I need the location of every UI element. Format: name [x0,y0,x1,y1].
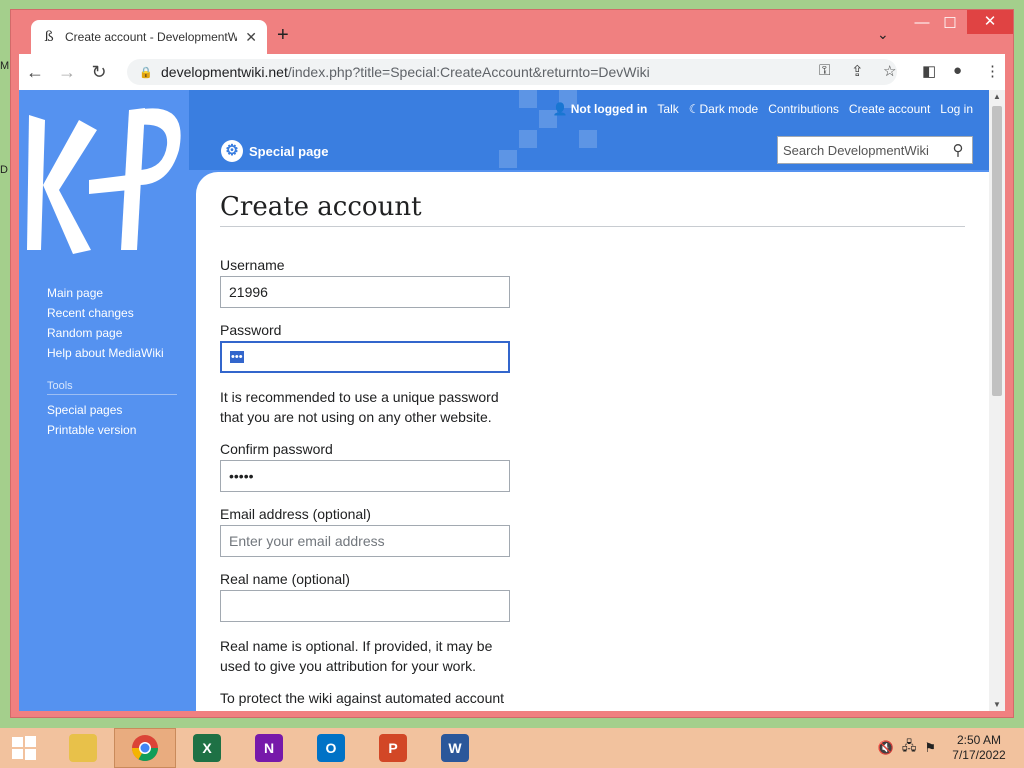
taskbar: X N O P W 🔇 🖧 ⚑ 2:50 AM 7/17/2022 [0,728,1024,768]
forward-icon[interactable]: → [51,62,83,83]
realname-field[interactable] [220,590,510,622]
username-field[interactable]: 21996 [220,276,510,308]
namespace-tab[interactable]: ⚙ Special page [221,140,328,162]
url-path: /index.php?title=Special:CreateAccount&r… [287,64,650,80]
not-logged-in-status: 👤 Not logged in [552,102,648,116]
scrollbar[interactable]: ▲ ▼ [989,90,1005,711]
back-icon[interactable]: ← [19,62,51,83]
password-help-text: It is recommended to use a unique passwo… [220,389,499,425]
realname-help-text: Real name is optional. If provided, it m… [220,638,493,674]
action-center-icon[interactable]: ⚑ [924,740,936,756]
clock-date: 7/17/2022 [952,748,1006,762]
dark-mode-link[interactable]: ☾Dark mode [689,102,758,116]
profile-icon[interactable]: ● [953,62,962,79]
gear-icon: ⚙ [221,140,243,162]
search-icon[interactable]: ⚲ [944,141,972,159]
password-value: ••• [230,351,244,363]
word-icon[interactable]: W [424,728,486,768]
confirm-password-field[interactable]: ••••• [220,460,510,492]
captcha-intro-text: To protect the wiki against automated ac… [220,690,505,706]
desktop-icon-label[interactable]: D [0,164,8,176]
clock[interactable]: 2:50 AM 7/17/2022 [944,733,1014,763]
realname-label: Real name (optional) [220,571,350,587]
sidebar-item-random-page[interactable]: Random page [47,326,177,340]
search-placeholder: Search DevelopmentWiki [783,142,929,158]
sidebar-item-special-pages[interactable]: Special pages [47,403,177,417]
username-value: 21996 [229,284,268,300]
page-title: Create account [220,192,965,227]
lock-icon[interactable]: 🔒 [139,66,155,79]
contributions-link[interactable]: Contributions [768,102,839,116]
volume-muted-icon[interactable]: 🔇 [878,740,894,756]
confirm-password-label: Confirm password [220,441,333,457]
moon-icon: ☾ [688,102,700,116]
sidebar: Main page Recent changes Random page Hel… [47,286,177,443]
outlook-icon[interactable]: O [300,728,362,768]
personal-tools: 👤 Not logged in Talk ☾Dark mode Contribu… [552,102,973,116]
favicon-icon: ß [44,29,54,45]
network-icon[interactable]: 🖧 [902,737,917,759]
chrome-icon[interactable] [114,728,176,768]
file-explorer-icon[interactable] [52,728,114,768]
url-host: developmentwiki.net [161,64,288,80]
sidebar-item-main-page[interactable]: Main page [47,286,177,300]
powerpoint-icon[interactable]: P [362,728,424,768]
tab-search-chevron-icon[interactable]: ⌄ [877,26,889,43]
excel-icon[interactable]: X [176,728,238,768]
create-account-link[interactable]: Create account [849,102,930,116]
desktop-icon-label[interactable]: M [0,60,9,72]
scrollbar-thumb[interactable] [992,106,1002,396]
share-icon[interactable]: ⇪ [851,62,864,80]
talk-link[interactable]: Talk [657,102,678,116]
username-label: Username [220,257,285,273]
tab-close-icon[interactable]: ✕ [245,29,257,46]
scroll-down-icon[interactable]: ▼ [993,700,1001,709]
key-icon[interactable]: ⚿ [819,62,830,79]
onenote-icon[interactable]: N [238,728,300,768]
star-icon[interactable]: ☆ [883,62,896,80]
start-button[interactable] [0,728,48,768]
browser-tab[interactable]: ß Create account - DevelopmentWiki ✕ [31,20,267,54]
windows-logo-icon [12,736,36,760]
close-window-icon[interactable]: ✕ [967,10,1013,34]
sidebar-item-recent-changes[interactable]: Recent changes [47,306,177,320]
log-in-link[interactable]: Log in [940,102,973,116]
browser-window: ß Create account - DevelopmentWiki ✕ + ⌄… [10,9,1014,718]
side-panel-icon[interactable]: ◧ [922,62,936,80]
address-bar[interactable]: 🔒 developmentwiki.net/index.php?title=Sp… [127,59,897,85]
menu-icon[interactable]: ⋮ [985,62,1000,80]
page-viewport: 👤 Not logged in Talk ☾Dark mode Contribu… [19,90,1005,711]
sidebar-item-help[interactable]: Help about MediaWiki [47,346,177,360]
password-field[interactable]: ••• [220,341,510,373]
new-tab-icon[interactable]: + [277,24,289,47]
reload-icon[interactable]: ↻ [83,62,115,83]
wiki-logo[interactable] [19,90,189,255]
namespace-label: Special page [249,143,329,159]
content-area: Create account Username 21996 Password •… [196,172,989,711]
clock-time: 2:50 AM [956,733,1002,747]
scroll-up-icon[interactable]: ▲ [993,92,1001,101]
user-icon: 👤 [552,102,568,116]
confirm-password-value: ••••• [229,468,254,484]
create-account-form: Username 21996 Password ••• It is recomm… [220,257,510,706]
tab-title: Create account - DevelopmentWiki [65,30,238,44]
minimize-icon[interactable]: — [907,14,937,31]
title-bar: ß Create account - DevelopmentWiki ✕ + ⌄… [11,10,1013,54]
system-tray: 🔇 🖧 ⚑ 2:50 AM 7/17/2022 [878,728,1024,768]
search-input[interactable]: Search DevelopmentWiki ⚲ [777,136,973,164]
password-label: Password [220,322,282,338]
email-field[interactable]: Enter your email address [220,525,510,557]
tools-heading: Tools [47,380,177,395]
maximize-icon[interactable]: ☐ [935,14,965,32]
email-label: Email address (optional) [220,506,371,522]
sidebar-item-printable-version[interactable]: Printable version [47,423,177,437]
email-placeholder: Enter your email address [229,533,385,549]
browser-toolbar: ← → ↻ 🔒 developmentwiki.net/index.php?ti… [19,54,1005,90]
